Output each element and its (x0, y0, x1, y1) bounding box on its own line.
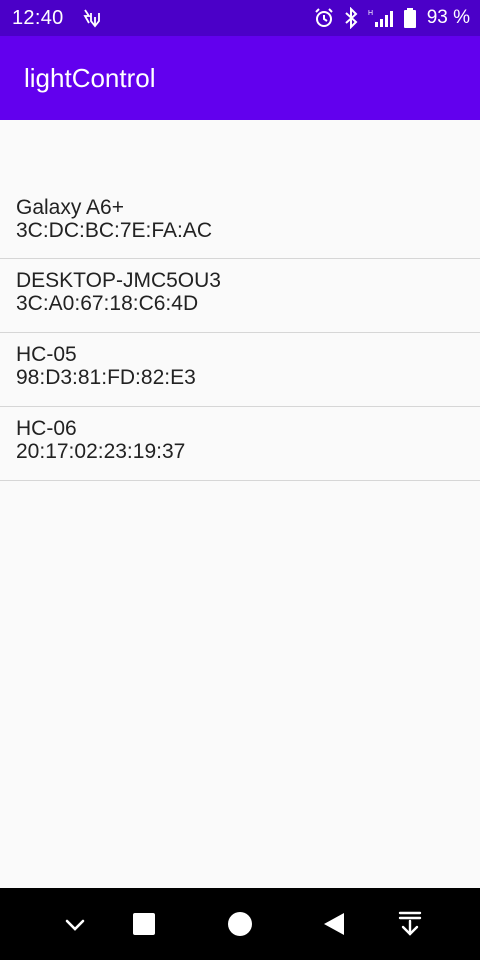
home-icon[interactable] (222, 906, 258, 942)
bluetooth-icon (343, 7, 359, 29)
device-list-item[interactable]: HC-05 98:D3:81:FD:82:E3 (0, 333, 480, 407)
recents-icon[interactable] (126, 906, 162, 942)
device-mac-address: 3C:A0:67:18:C6:4D (16, 292, 199, 315)
device-list-item[interactable]: DESKTOP-JMC5OU3 3C:A0:67:18:C6:4D (0, 259, 480, 333)
status-right: H 93 % (313, 7, 470, 29)
back-icon[interactable] (316, 906, 352, 942)
device-list-item[interactable]: Galaxy A6+ 3C:DC:BC:7E:FA:AC (0, 186, 480, 259)
app-title: lightControl (24, 62, 156, 93)
device-name: HC-06 (16, 417, 77, 440)
usb-debug-icon (80, 7, 102, 29)
navigation-bar (0, 888, 480, 960)
notification-pull-icon[interactable] (392, 906, 428, 942)
device-name: Galaxy A6+ (16, 196, 124, 219)
collapse-icon[interactable] (57, 906, 93, 942)
app-bar: lightControl (0, 36, 480, 120)
device-mac-address: 98:D3:81:FD:82:E3 (16, 366, 196, 389)
status-bar: 12:40 H 93 % (0, 0, 480, 36)
signal-icon: H (367, 7, 395, 29)
battery-percentage: 93 % (426, 7, 470, 28)
device-mac-address: 20:17:02:23:19:37 (16, 440, 186, 463)
status-time: 12:40 (12, 6, 64, 29)
device-name: HC-05 (16, 343, 77, 366)
svg-text:H: H (368, 10, 373, 17)
device-list: Galaxy A6+ 3C:DC:BC:7E:FA:AC DESKTOP-JMC… (0, 186, 480, 481)
device-list-item[interactable]: HC-06 20:17:02:23:19:37 (0, 407, 480, 481)
device-mac-address: 3C:DC:BC:7E:FA:AC (16, 219, 213, 242)
device-name: DESKTOP-JMC5OU3 (16, 269, 221, 292)
alarm-icon (313, 7, 335, 29)
battery-icon (403, 7, 417, 29)
